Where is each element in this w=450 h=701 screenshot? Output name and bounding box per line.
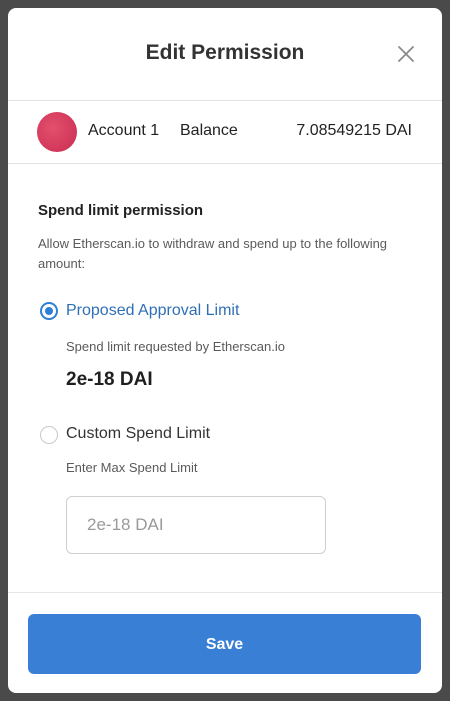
spend-limit-description: Allow Etherscan.io to withdraw and spend… [38, 236, 388, 271]
account-avatar [37, 112, 77, 152]
close-icon[interactable] [396, 44, 416, 64]
balance-value: 7.08549215 DAI [296, 122, 412, 139]
custom-limit-radio[interactable] [40, 426, 58, 444]
custom-limit-input[interactable] [66, 496, 326, 554]
account-name: Account 1 [88, 122, 160, 139]
account-row: Account 1 Balance 7.08549215 DAI [8, 101, 442, 164]
custom-limit-label[interactable]: Custom Spend Limit [66, 425, 210, 443]
modal-header: Edit Permission [8, 8, 442, 101]
proposed-limit-label[interactable]: Proposed Approval Limit [66, 302, 239, 320]
edit-permission-modal: Edit Permission Account 1 Balance 7.0854… [8, 8, 442, 693]
proposed-limit-amount: 2e-18 DAI [66, 369, 153, 390]
footer-divider [8, 592, 442, 593]
custom-limit-subtext: Enter Max Spend Limit [66, 460, 198, 475]
balance-label: Balance [180, 122, 238, 139]
save-button[interactable]: Save [28, 614, 421, 674]
proposed-limit-radio[interactable] [40, 302, 58, 320]
modal-title: Edit Permission [145, 41, 305, 64]
spend-limit-title: Spend limit permission [38, 202, 204, 219]
proposed-limit-subtext: Spend limit requested by Etherscan.io [66, 339, 285, 354]
